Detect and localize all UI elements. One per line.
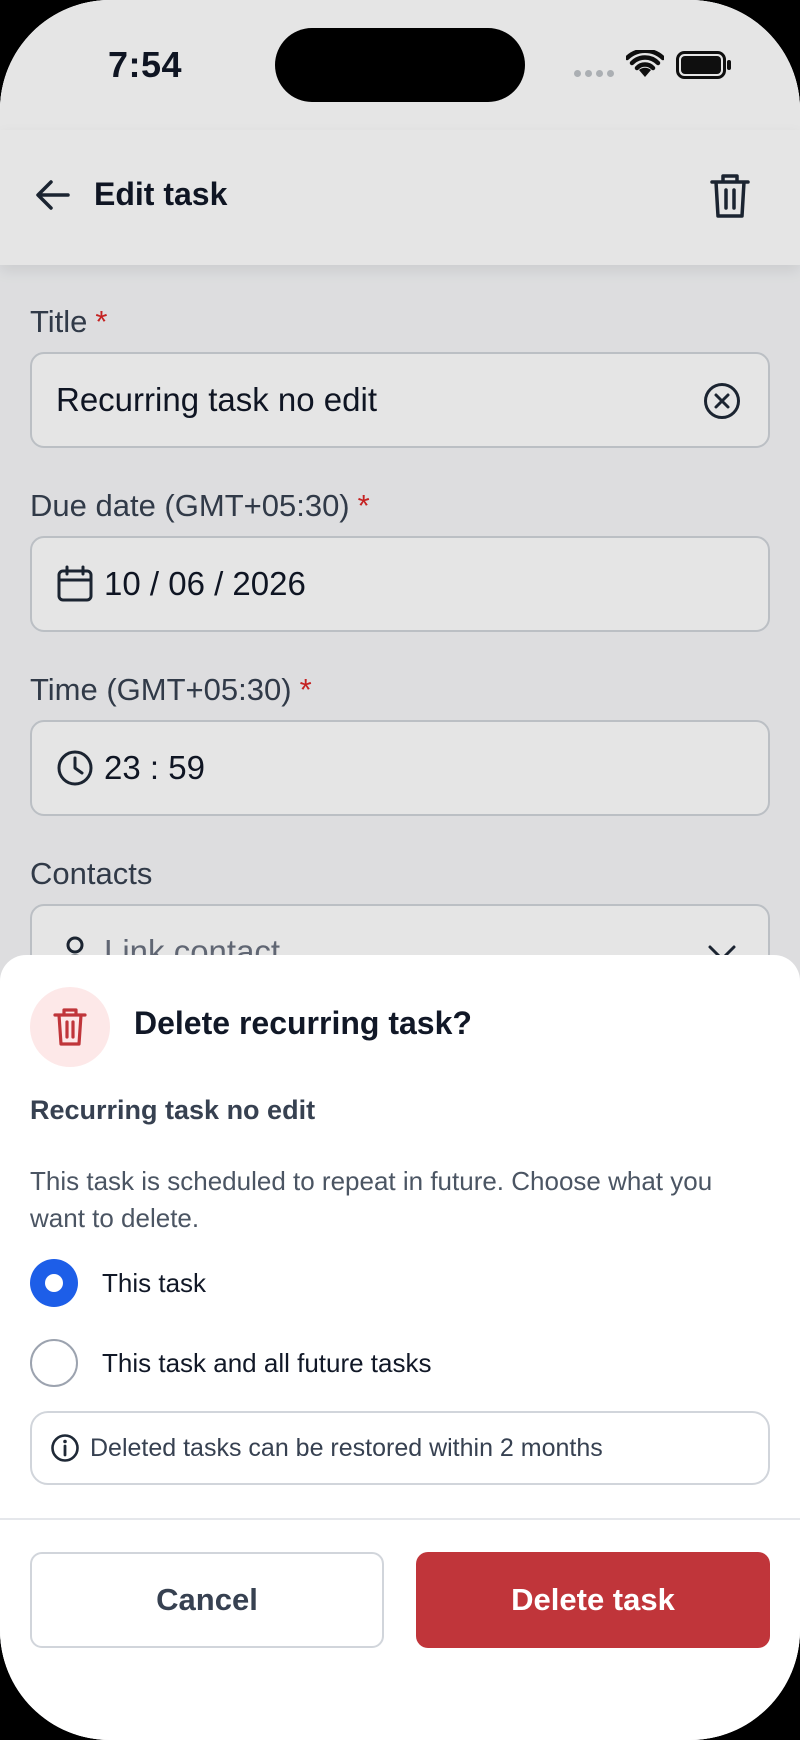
task-name: Recurring task no edit <box>30 1095 316 1125</box>
divider <box>0 1518 800 1520</box>
trash-icon <box>53 1008 87 1046</box>
option-label: This task <box>102 1267 207 1298</box>
option-all-future-tasks[interactable]: This task and all future tasks <box>30 1338 770 1388</box>
dialog-title: Delete recurring task? <box>134 1005 472 1041</box>
dialog-description: This task is scheduled to repeat in futu… <box>30 1166 713 1233</box>
delete-task-sheet: Delete recurring task? Recurring task no… <box>0 955 800 1740</box>
danger-icon-badge <box>30 987 110 1067</box>
info-icon <box>51 1434 79 1462</box>
option-label: This task and all future tasks <box>102 1347 432 1378</box>
option-this-task[interactable]: This task <box>30 1258 770 1308</box>
delete-task-button[interactable]: Delete task <box>416 1552 770 1648</box>
cancel-button[interactable]: Cancel <box>30 1552 384 1648</box>
radio-button-selected[interactable] <box>30 1259 78 1307</box>
radio-button[interactable] <box>30 1339 78 1387</box>
phone-frame: 7:54 Edit task Title * Recurring task no… <box>0 0 800 1740</box>
info-notice: Deleted tasks can be restored within 2 m… <box>30 1411 770 1485</box>
info-text: Deleted tasks can be restored within 2 m… <box>90 1433 603 1462</box>
